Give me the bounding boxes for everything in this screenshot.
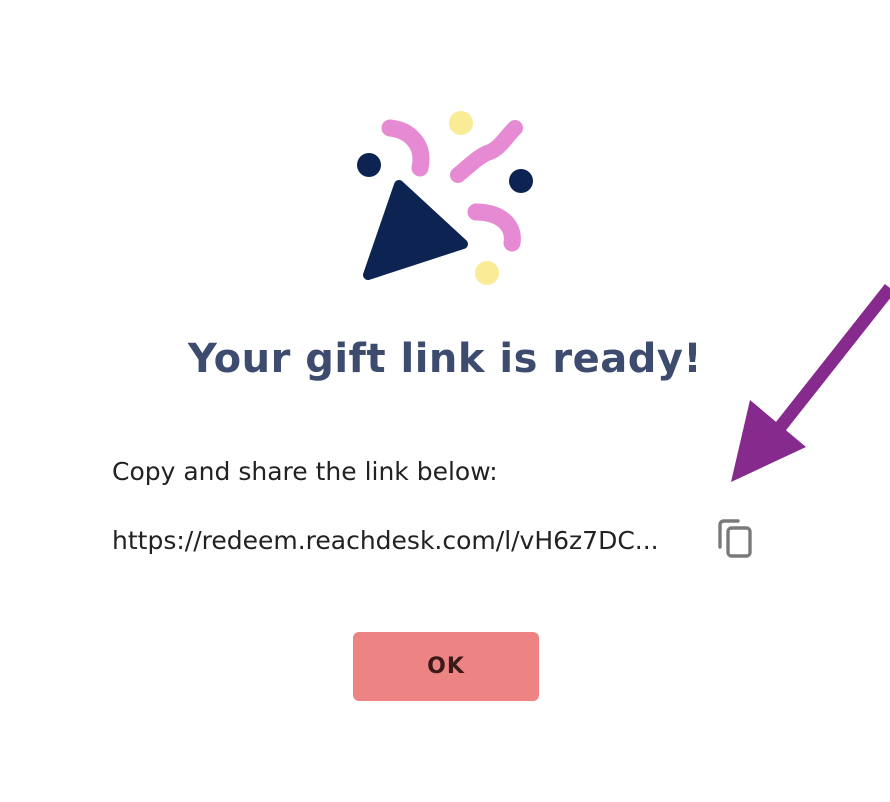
gift-link-row: https://redeem.reachdesk.com/l/vH6z7DC..… [112, 515, 659, 565]
party-popper-icon [357, 111, 533, 285]
arrow-icon [731, 283, 890, 482]
gift-link-url[interactable]: https://redeem.reachdesk.com/l/vH6z7DC..… [112, 526, 659, 555]
ok-button[interactable]: OK [353, 632, 539, 701]
gift-link-dialog: Your gift link is ready! Copy and share … [0, 0, 890, 802]
copy-icon [718, 519, 752, 558]
copy-link-button[interactable] [712, 515, 760, 563]
copy-instruction: Copy and share the link below: [112, 457, 498, 486]
